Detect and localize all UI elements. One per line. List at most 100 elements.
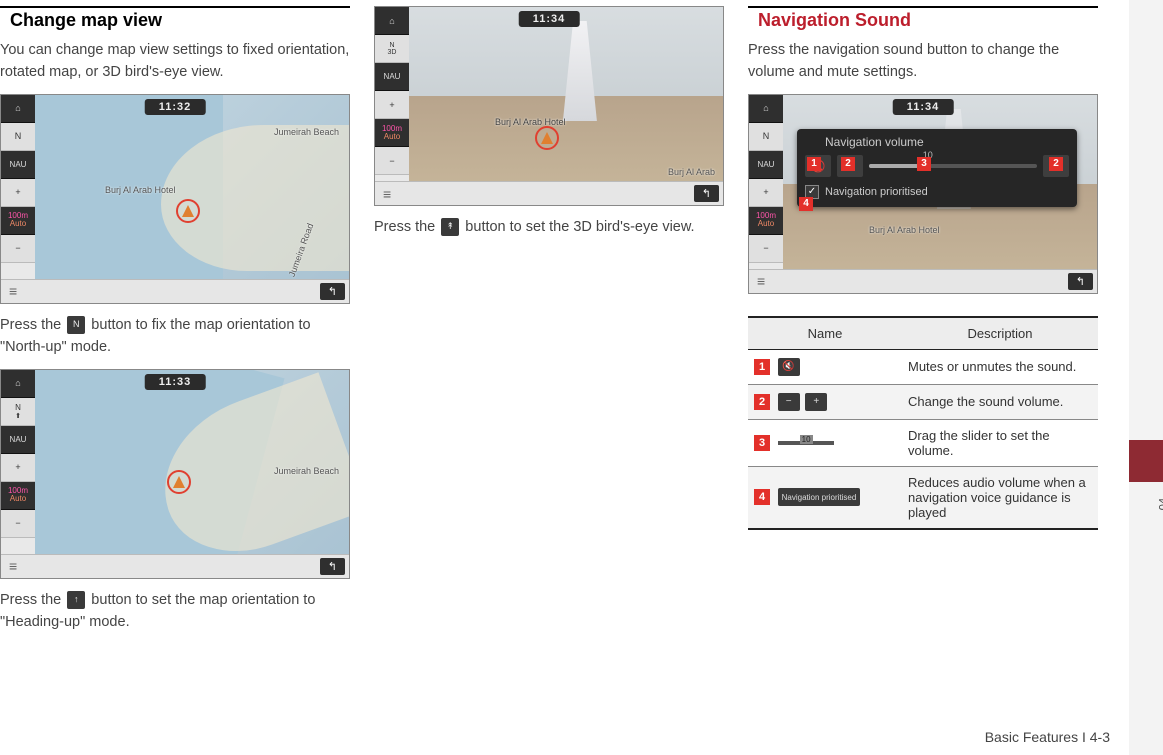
map-bottombar: ≡ ↰	[749, 269, 1097, 293]
column-change-map-view: Change map view You can change map view …	[0, 6, 350, 700]
chapter-number: 04	[1157, 498, 1163, 510]
slider-icon	[778, 441, 834, 445]
screenshot-heading-up: Jumeirah Beach ⌂ N⬆ NAU + 100mAuto − 11:…	[0, 369, 350, 579]
heading-change-map-view: Change map view	[0, 6, 350, 37]
nav-prioritised-pill: Navigation prioritised	[778, 488, 861, 506]
home-icon[interactable]: ⌂	[1, 95, 35, 123]
text-north-up: Press the N button to fix the map orient…	[0, 314, 350, 359]
nau-button[interactable]: NAU	[1, 151, 35, 179]
row-desc: Mutes or unmutes the sound.	[902, 349, 1098, 384]
nav-volume-title: Navigation volume	[805, 135, 1069, 149]
clock-display: 11:32	[145, 99, 206, 115]
menu-icon[interactable]: ≡	[383, 186, 391, 202]
poi-label-hotel: Burj Al Arab Hotel	[869, 225, 940, 235]
back-button[interactable]: ↰	[320, 558, 345, 575]
back-button[interactable]: ↰	[320, 283, 345, 300]
row-num: 1	[754, 359, 770, 375]
poi-label-beach: Jumeirah Beach	[274, 127, 339, 137]
vehicle-marker	[167, 470, 191, 494]
table-row: 4 Navigation prioritised Reduces audio v…	[748, 466, 1098, 529]
scale-auto-button[interactable]: 100mAuto	[375, 119, 409, 147]
plus-icon: +	[805, 393, 827, 411]
map-canvas: Jumeirah Beach Burj Al Arab Hotel Jumeir…	[35, 95, 349, 303]
nau-button[interactable]: NAU	[375, 63, 409, 91]
intro-text-change-map: You can change map view settings to fixe…	[0, 39, 350, 84]
nau-button[interactable]: NAU	[749, 151, 783, 179]
home-icon[interactable]: ⌂	[749, 95, 783, 123]
zoom-out-button[interactable]: −	[1, 510, 35, 538]
row-desc: Reduces audio volume when a navigation v…	[902, 466, 1098, 529]
row-desc: Drag the slider to set the volume.	[902, 419, 1098, 466]
table-row: 3 Drag the slider to set the volume.	[748, 419, 1098, 466]
volume-slider[interactable]: 10	[869, 164, 1037, 168]
menu-icon[interactable]: ≡	[9, 558, 17, 574]
nav-volume-panel: Navigation volume 🔇 − 10 + ✓ Navigation …	[797, 129, 1077, 207]
heading-nav-sound: Navigation Sound	[748, 6, 1098, 37]
zoom-out-button[interactable]: −	[749, 235, 783, 263]
map-sidebar: ⌂ N3D NAU + 100mAuto −	[375, 7, 409, 205]
screenshot-north-up: Jumeirah Beach Burj Al Arab Hotel Jumeir…	[0, 94, 350, 304]
chapter-marker	[1129, 440, 1163, 482]
clock-display: 11:33	[145, 374, 206, 390]
chapter-tab: 04	[1129, 0, 1163, 755]
map-sidebar: ⌂ N⬆ NAU + 100mAuto −	[1, 370, 35, 578]
zoom-out-button[interactable]: −	[1, 235, 35, 263]
clock-display: 11:34	[519, 11, 580, 27]
screenshot-nav-sound: Burj Al Arab Hotel ⌂ N NAU + 100mAuto − …	[748, 94, 1098, 294]
clock-display: 11:34	[893, 99, 954, 115]
map-sidebar: ⌂ N NAU + 100mAuto −	[749, 95, 783, 293]
home-icon[interactable]: ⌂	[1, 370, 35, 398]
poi-label-beach: Jumeirah Beach	[274, 466, 339, 476]
scale-auto-button[interactable]: 100mAuto	[749, 207, 783, 235]
menu-icon[interactable]: ≡	[9, 283, 17, 299]
intro-text-nav-sound: Press the navigation sound button to cha…	[748, 39, 1098, 84]
table-row: 2 − + Change the sound volume.	[748, 384, 1098, 419]
callout-1: 1	[807, 157, 821, 171]
nav-sound-table: Name Description 1 🔇 Mutes or unmutes th…	[748, 316, 1098, 530]
map-sidebar: ⌂ N NAU + 100mAuto −	[1, 95, 35, 303]
compass-button[interactable]: N	[749, 123, 783, 151]
scale-auto-button[interactable]: 100mAuto	[1, 482, 35, 510]
back-button[interactable]: ↰	[694, 185, 719, 202]
zoom-in-button[interactable]: +	[1, 179, 35, 207]
scale-auto-button[interactable]: 100mAuto	[1, 207, 35, 235]
compass-heading-button[interactable]: N⬆	[1, 398, 35, 426]
zoom-out-button[interactable]: −	[375, 147, 409, 175]
three-d-icon: ↟	[441, 218, 459, 236]
nav-prioritised-row[interactable]: ✓ Navigation prioritised	[805, 185, 1069, 199]
compass-3d-button[interactable]: N3D	[375, 35, 409, 63]
vehicle-marker	[535, 126, 559, 150]
zoom-in-button[interactable]: +	[1, 454, 35, 482]
minus-icon: −	[778, 393, 800, 411]
screenshot-3d-view: Burj Al Arab Hotel Burj Al Arab ⌂ N3D NA…	[374, 6, 724, 206]
poi-label-hotel: Burj Al Arab Hotel	[105, 185, 176, 195]
map-bottombar: ≡ ↰	[375, 181, 723, 205]
th-desc: Description	[902, 317, 1098, 350]
row-num: 2	[754, 394, 770, 410]
nav-prioritised-label: Navigation prioritised	[825, 186, 928, 198]
table-row: 1 🔇 Mutes or unmutes the sound.	[748, 349, 1098, 384]
column-3d-view: Burj Al Arab Hotel Burj Al Arab ⌂ N3D NA…	[374, 6, 724, 700]
poi-right-label: Burj Al Arab	[668, 167, 715, 177]
page-columns: Change map view You can change map view …	[0, 0, 1163, 700]
callout-2b: 2	[1049, 157, 1063, 171]
nau-button[interactable]: NAU	[1, 426, 35, 454]
compass-north-button[interactable]: N	[1, 123, 35, 151]
poi-label-hotel: Burj Al Arab Hotel	[495, 117, 566, 127]
home-icon[interactable]: ⌂	[375, 7, 409, 35]
zoom-in-button[interactable]: +	[749, 179, 783, 207]
callout-3: 3	[917, 157, 931, 171]
column-nav-sound: Navigation Sound Press the navigation so…	[748, 6, 1098, 700]
mute-icon: 🔇	[778, 358, 800, 376]
text-heading-up: Press the ↑ button to set the map orient…	[0, 589, 350, 634]
heading-icon: ↑	[67, 591, 85, 609]
map-bottombar: ≡ ↰	[1, 279, 349, 303]
page-footer: Basic Features I 4-3	[0, 729, 1110, 745]
text-3d-view: Press the ↟ button to set the 3D bird's-…	[374, 216, 724, 238]
back-button[interactable]: ↰	[1068, 273, 1093, 290]
menu-icon[interactable]: ≡	[757, 273, 765, 289]
th-name: Name	[748, 317, 902, 350]
row-num: 3	[754, 435, 770, 451]
zoom-in-button[interactable]: +	[375, 91, 409, 119]
row-desc: Change the sound volume.	[902, 384, 1098, 419]
